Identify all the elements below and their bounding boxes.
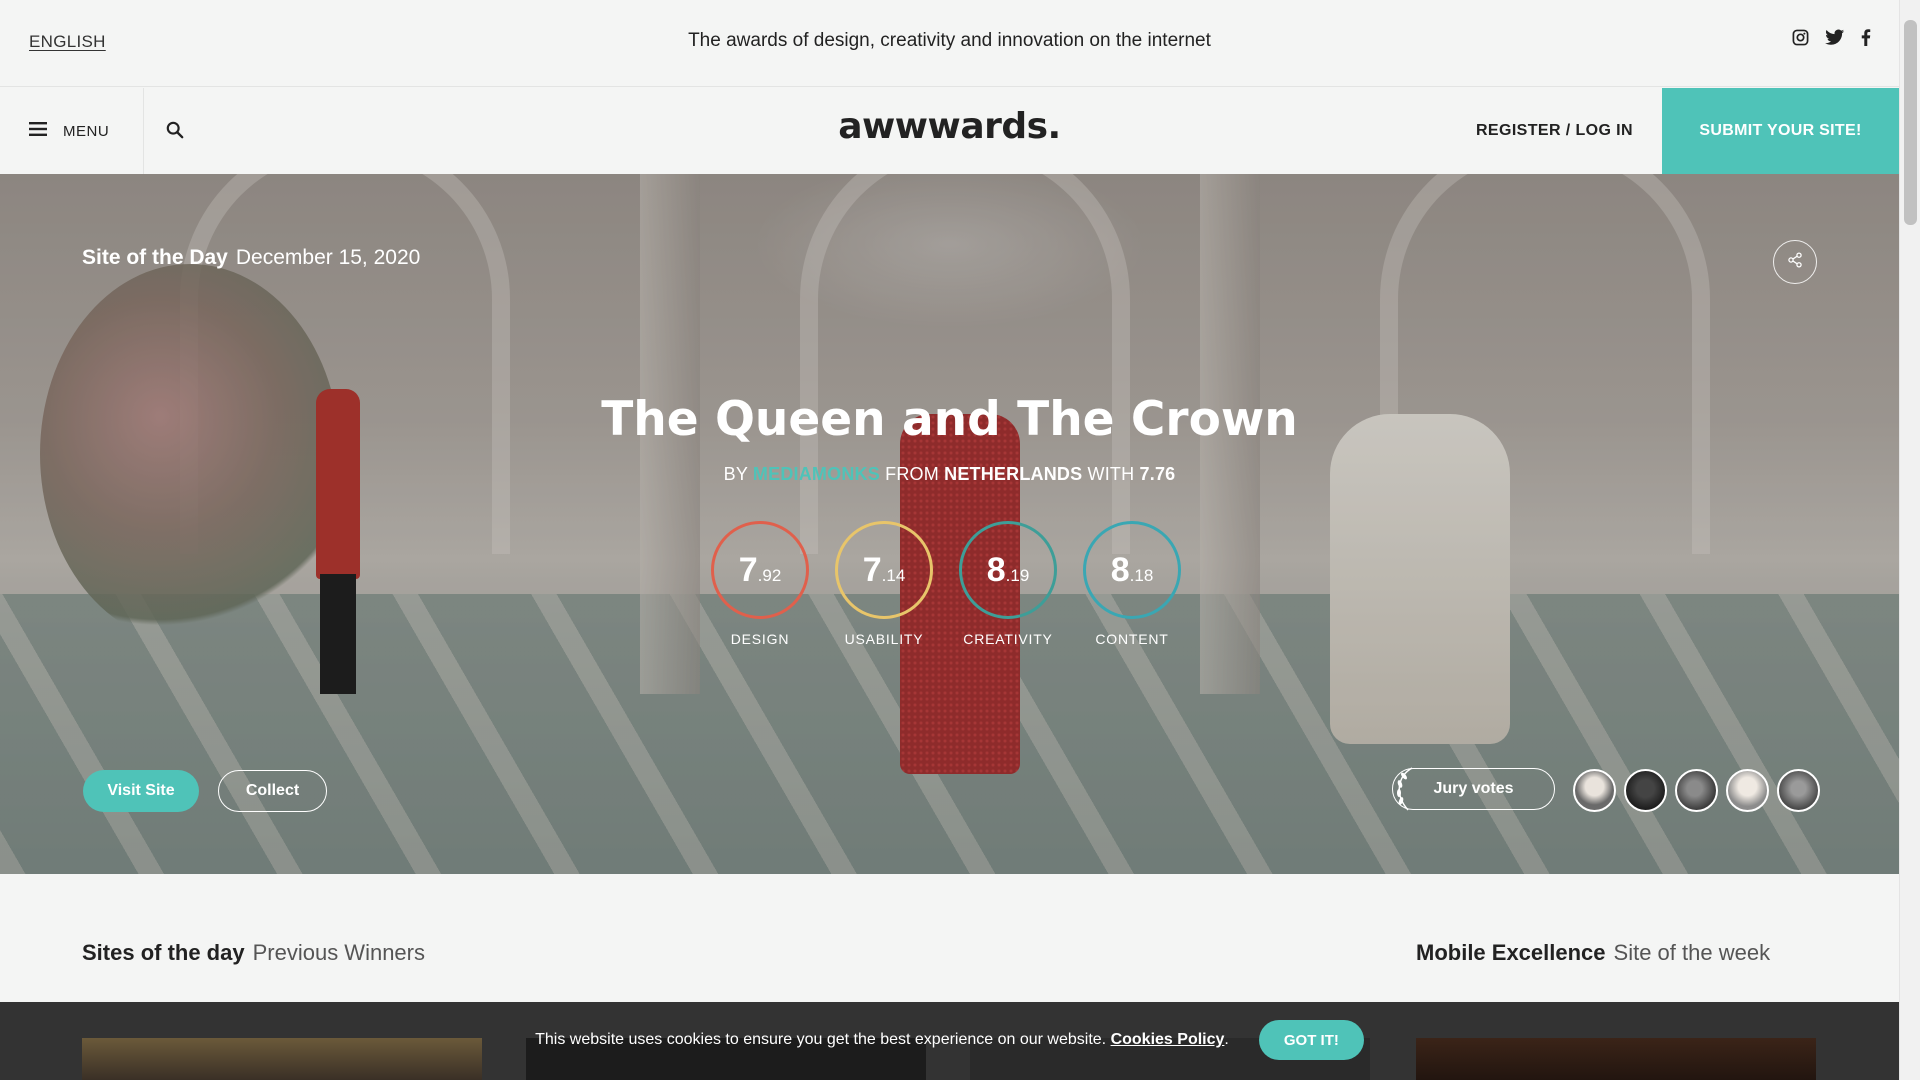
hero-banner: Site of the Day December 15, 2020 The Que… [0, 174, 1899, 874]
cookie-message: This website uses cookies to ensure you … [535, 1031, 1107, 1048]
avatar[interactable] [1777, 769, 1820, 812]
score-label: DESIGN [730, 631, 790, 647]
score-ring: 7.14 [835, 521, 933, 619]
score-ring: 8.18 [1083, 521, 1181, 619]
tagline: The awards of design, creativity and inn… [688, 30, 1211, 51]
mobile-excellence-heading: Mobile Excellence Site of the week [1416, 940, 1770, 966]
score-label: USABILITY [844, 631, 924, 647]
register-login-link[interactable]: REGISTER / LOG IN [1476, 122, 1633, 140]
section-title[interactable]: Sites of the day [82, 940, 245, 965]
share-button[interactable] [1773, 240, 1817, 284]
score-decimal: .92 [757, 566, 782, 585]
score-decimal: .14 [881, 566, 906, 585]
social-links [1792, 29, 1871, 46]
award-date: December 15, 2020 [235, 246, 421, 269]
country: NETHERLANDS [944, 464, 1083, 484]
section-subtitle: Site of the week [1613, 940, 1771, 965]
score-label: CONTENT [1095, 631, 1169, 647]
score-usability: 7.14 USABILITY [835, 521, 933, 647]
score-creativity: 8.19 CREATIVITY [959, 521, 1057, 647]
site-byline: BY MEDIAMONKS FROM NETHERLANDS WITH 7.76 [0, 464, 1899, 485]
score-ring: 8.19 [959, 521, 1057, 619]
with-label: WITH [1087, 464, 1135, 484]
facebook-icon[interactable] [1861, 29, 1871, 46]
jury-votes-button[interactable]: Jury votes [1392, 768, 1555, 810]
score-breakdown: 7.92 DESIGN 7.14 USABILITY 8.19 CREATIVI… [711, 521, 1181, 647]
by-label: BY [723, 464, 748, 484]
sites-of-the-day-heading: Sites of the day Previous Winners [82, 940, 425, 966]
cookie-banner: This website uses cookies to ensure you … [0, 1020, 1899, 1060]
avatar[interactable] [1573, 769, 1616, 812]
accept-cookies-button[interactable]: GOT IT! [1258, 1020, 1364, 1060]
instagram-icon[interactable] [1792, 29, 1809, 46]
score-whole: 7 [862, 550, 882, 589]
score-ring: 7.92 [711, 521, 809, 619]
score-design: 7.92 DESIGN [711, 521, 809, 647]
visit-site-button[interactable]: Visit Site [83, 770, 199, 812]
score-decimal: .18 [1129, 566, 1154, 585]
studio-link[interactable]: MEDIAMONKS [753, 464, 880, 484]
score-content: 8.18 CONTENT [1083, 521, 1181, 647]
scrollbar-thumb[interactable] [1904, 20, 1917, 225]
cookie-text: This website uses cookies to ensure you … [535, 1031, 1229, 1049]
score-label: CREATIVITY [963, 631, 1053, 647]
section-header: Sites of the day Previous Winners Mobile … [0, 874, 1899, 1002]
section-subtitle: Previous Winners [252, 940, 425, 965]
score-whole: 7 [738, 550, 758, 589]
site-title: The Queen and The Crown [601, 392, 1298, 447]
main-nav: MENU awwwards. REGISTER / LOG IN SUBMIT … [0, 88, 1899, 174]
jury-avatars [1573, 769, 1820, 812]
avatar[interactable] [1675, 769, 1718, 812]
score-decimal: .19 [1005, 566, 1030, 585]
share-icon [1787, 251, 1803, 273]
top-bar: ENGLISH The awards of design, creativity… [0, 0, 1899, 87]
cookie-period: . [1224, 1031, 1229, 1048]
overall-score: 7.76 [1139, 464, 1176, 484]
score-whole: 8 [986, 550, 1006, 589]
section-title[interactable]: Mobile Excellence [1416, 940, 1606, 965]
award-label: Site of the Day [82, 246, 228, 269]
twitter-icon[interactable] [1825, 29, 1845, 46]
cookies-policy-link[interactable]: Cookies Policy [1111, 1031, 1225, 1048]
site-of-the-day-label: Site of the Day December 15, 2020 [82, 246, 420, 270]
score-whole: 8 [1110, 550, 1130, 589]
from-label: FROM [885, 464, 939, 484]
submit-site-button[interactable]: SUBMIT YOUR SITE! [1662, 88, 1899, 174]
collect-button[interactable]: Collect [218, 770, 327, 812]
avatar[interactable] [1624, 769, 1667, 812]
scrollbar[interactable] [1899, 0, 1920, 1080]
avatar[interactable] [1726, 769, 1769, 812]
